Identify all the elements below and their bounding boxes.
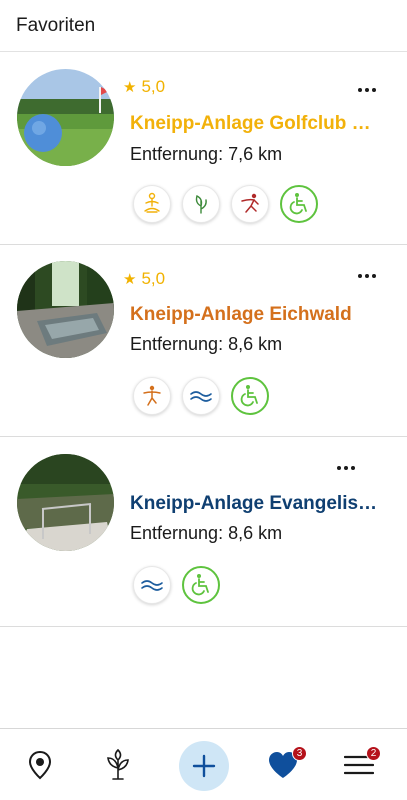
add-button[interactable] [179,741,229,791]
add-icon [192,754,216,778]
plant-icon[interactable] [88,729,148,800]
rating-value: 5,0 [141,77,166,96]
menu-button[interactable]: 2 [329,729,389,800]
location-photo [17,69,114,166]
map-pin-icon[interactable] [10,729,70,800]
favorite-card[interactable]: ★ 5,0 Kneipp-Anlage Eichwald Entfernung:… [0,245,407,437]
bottom-navigation: 3 2 [0,728,407,800]
app-header: Favoriten [0,0,407,52]
location-name[interactable]: Kneipp-Anlage Evangelische Gemeinde [130,493,380,515]
favorite-card[interactable]: Kneipp-Anlage Evangelische Gemeinde Entf… [0,437,407,627]
plant-icon [182,185,220,223]
water-icon [133,566,171,604]
location-name[interactable]: Kneipp-Anlage Golfclub Bad Wörishofen [130,113,380,135]
wheelchair-icon [231,377,269,415]
rating: ★ 5,0 [123,269,165,289]
location-name[interactable]: Kneipp-Anlage Eichwald [130,304,380,326]
more-options-button[interactable] [331,456,361,480]
page-title: Favoriten [16,15,96,36]
wheelchair-icon [280,185,318,223]
star-icon: ★ [123,271,137,288]
location-photo [17,261,114,358]
movement-icon [231,185,269,223]
water-icon [182,377,220,415]
rating: ★ 5,0 [123,77,165,97]
favorites-nav-button[interactable]: 3 [253,729,313,800]
favorite-card[interactable]: ★ 5,0 Kneipp-Anlage Golfclub Bad Wörisho… [0,52,407,245]
yoga-icon [133,185,171,223]
more-options-button[interactable] [352,78,382,102]
location-distance: Entfernung: 8,6 km [130,523,283,543]
star-icon: ★ [123,79,137,96]
location-distance: Entfernung: 8,6 km [130,334,283,354]
favorites-badge: 3 [292,746,307,761]
movement-icon [133,377,171,415]
more-options-button[interactable] [352,264,382,288]
location-distance: Entfernung: 7,6 km [130,144,283,164]
wheelchair-icon [182,566,220,604]
rating-value: 5,0 [141,269,166,288]
location-photo [17,454,114,551]
menu-badge: 2 [366,746,381,761]
